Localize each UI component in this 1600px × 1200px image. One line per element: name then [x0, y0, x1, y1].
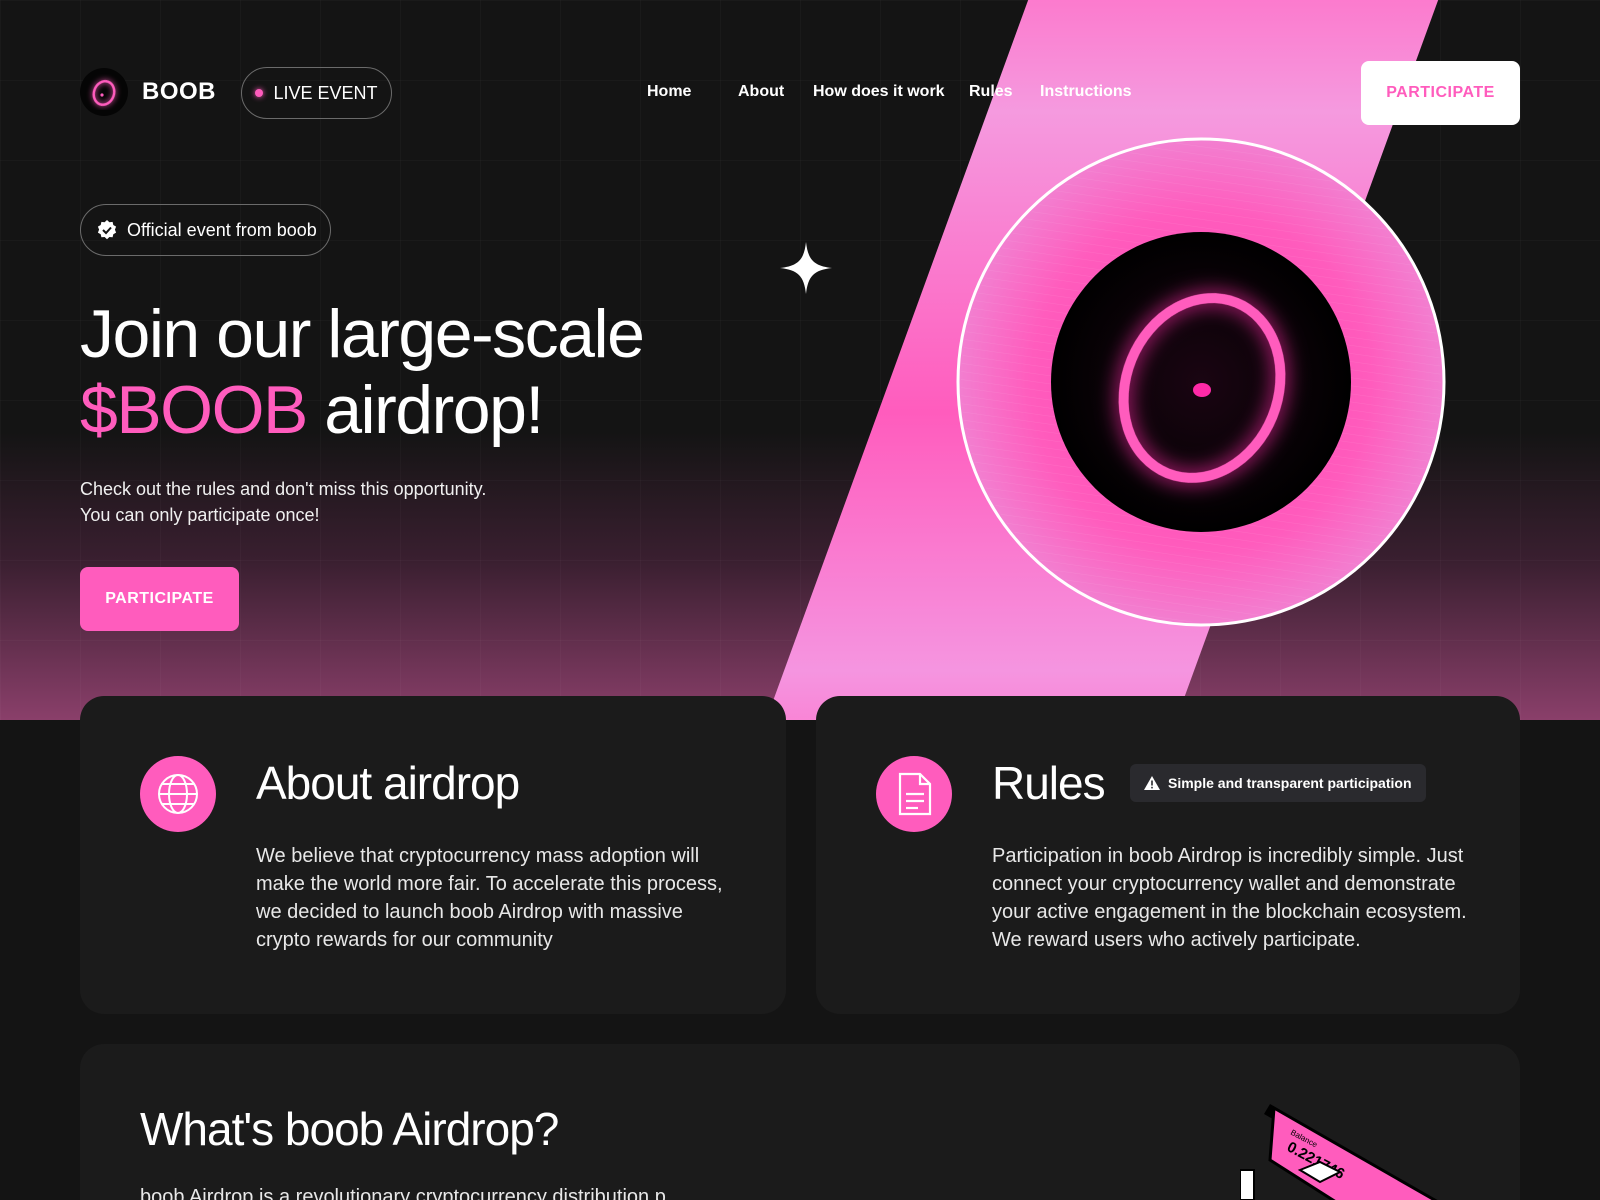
rules-title: Rules — [992, 757, 1106, 809]
rules-body: Participation in boob Airdrop is incredi… — [992, 845, 1467, 951]
hero-subtitle-line2: You can only participate once! — [80, 505, 320, 525]
logo-icon[interactable] — [80, 68, 128, 116]
what-title: What's boob Airdrop? — [140, 1103, 559, 1155]
about-title: About airdrop — [256, 757, 520, 809]
document-icon — [876, 756, 952, 832]
official-event-badge: Official event from boob — [80, 204, 331, 256]
live-event-badge[interactable]: LIVE EVENT — [241, 67, 392, 119]
about-body: We believe that cryptocurrency mass adop… — [256, 845, 723, 951]
nav-rules[interactable]: Rules — [969, 83, 1013, 101]
what-body: boob Airdrop is a revolutionary cryptocu… — [140, 1186, 666, 1200]
nav-home[interactable]: Home — [647, 83, 691, 101]
globe-icon — [140, 756, 216, 832]
hero-title-line2: $BOOB airdrop! — [80, 372, 643, 448]
participate-button-hero[interactable]: PARTICIPATE — [80, 567, 239, 631]
nav-about[interactable]: About — [738, 83, 784, 101]
official-event-label: Official event from boob — [127, 219, 317, 240]
live-dot-icon — [255, 89, 264, 97]
phone-illustration: Balance 0.221746 — [1240, 1104, 1438, 1200]
hero-title-highlight: $BOOB — [80, 372, 308, 448]
warning-icon — [1144, 776, 1160, 790]
sparkle-icon — [780, 242, 832, 294]
nav-how-it-works[interactable]: How does it work — [813, 83, 945, 101]
nav-instructions[interactable]: Instructions — [1040, 83, 1132, 101]
verified-check-icon — [97, 220, 117, 240]
rules-badge: Simple and transparent participation — [1130, 764, 1426, 802]
live-event-label: LIVE EVENT — [273, 82, 378, 103]
hero-title-line1: Join our large-scale — [80, 296, 645, 372]
boob-coin-illustration — [956, 137, 1446, 627]
brand-name: BOOB — [142, 78, 216, 105]
rules-badge-label: Simple and transparent participation — [1168, 775, 1412, 791]
hero-title: Join our large-scale $BOOB airdrop! — [80, 296, 645, 448]
hero-title-rest: airdrop! — [306, 372, 544, 448]
hero-subtitle-line1: Check out the rules and don't miss this … — [80, 479, 487, 499]
hero-subtitle: Check out the rules and don't miss this … — [80, 476, 486, 528]
participate-button-header[interactable]: PARTICIPATE — [1361, 61, 1520, 125]
